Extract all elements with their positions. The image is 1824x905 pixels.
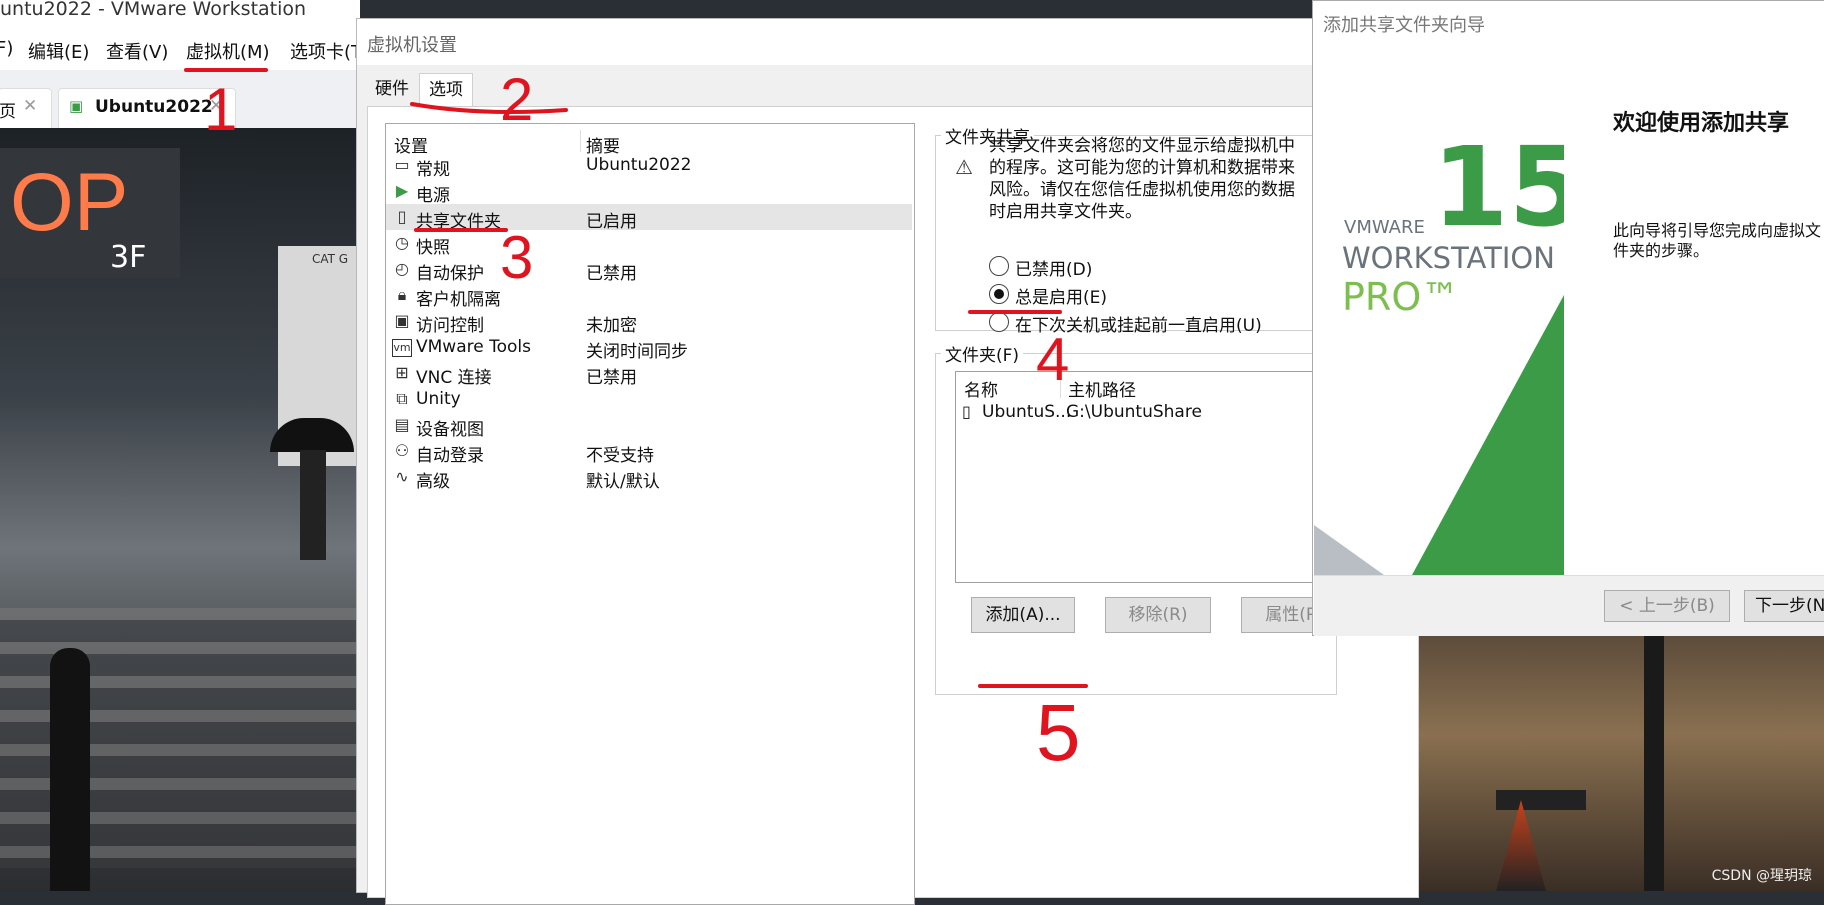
- annotation-overlay: 1 2 3 4 5: [184, 66, 1088, 777]
- annotation-5: 5: [1036, 688, 1081, 777]
- underline-options-tab: [410, 102, 568, 114]
- annotation-1: 1: [204, 76, 237, 143]
- annotation-4: 4: [1036, 326, 1069, 393]
- annotation-2: 2: [500, 66, 533, 133]
- watermark: CSDN @瑆玥琼: [1711, 868, 1812, 884]
- annotation-3: 3: [500, 224, 533, 291]
